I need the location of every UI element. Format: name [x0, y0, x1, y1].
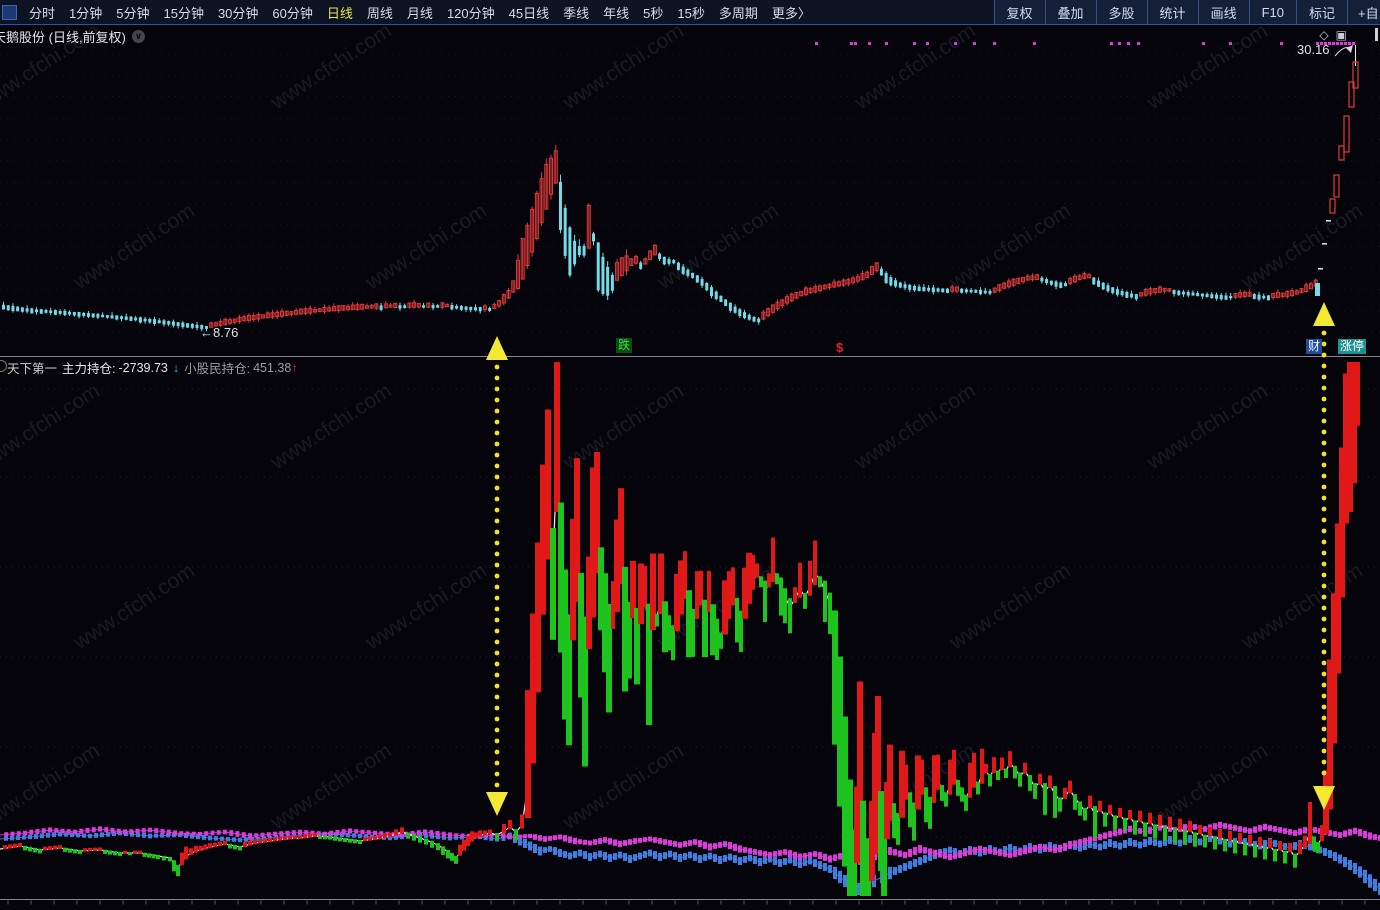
high-price-annotation: 30.16 — [1297, 42, 1330, 57]
scroll-indicator[interactable] — [1375, 28, 1378, 41]
limit-up-badge: 涨停 — [1338, 339, 1367, 354]
price-candles — [2, 144, 1318, 332]
stock-title-bar: 天 鹅股份 (日线,前复权) ∨ — [0, 27, 145, 45]
guide-arrows — [486, 302, 1335, 816]
low-price-annotation: ←8.76 — [200, 325, 239, 340]
main-force-series — [0, 362, 1360, 896]
corner-tool-icons[interactable]: ◇▣ — [1319, 28, 1354, 42]
main-holdings-label: 主力持仓: — [62, 362, 116, 376]
finance-badge: 财 — [1306, 339, 1323, 354]
chart-canvas — [0, 42, 1380, 905]
time-axis-ticks — [7, 900, 1366, 905]
up-arrow-icon: ↑ — [291, 360, 298, 375]
price-spike-candles — [1315, 45, 1359, 296]
money-icon: $ — [836, 340, 844, 355]
chevron-down-icon[interactable]: ∨ — [131, 29, 145, 43]
main-holdings-value: -2739.73 — [118, 360, 168, 375]
app-window: 分时 1分钟 5分钟 15分钟 30分钟 60分钟 日线 周线 月线 120分钟 45日线 季线 年线 5… — [0, 0, 1380, 910]
indicator-name: 天下第一 — [7, 362, 58, 376]
diamond-icon[interactable]: ◇ — [1319, 28, 1335, 42]
panel-icon[interactable]: ▣ — [1336, 28, 1354, 42]
down-arrow-icon: ↓ — [172, 360, 180, 375]
retail-holdings-label: 小股民持仓: — [184, 362, 251, 376]
signal-dot-row — [815, 42, 1355, 45]
indicator-header[interactable]: 天下第一 主力持仓: -2739.73 ↓ 小股民持仓: 451.38 ↑ — [7, 358, 298, 377]
fall-badge: 跌 — [616, 338, 633, 353]
retail-holdings-value: 451.38 — [253, 360, 292, 375]
stock-title: 鹅股份 (日线,前复权) — [6, 29, 126, 45]
